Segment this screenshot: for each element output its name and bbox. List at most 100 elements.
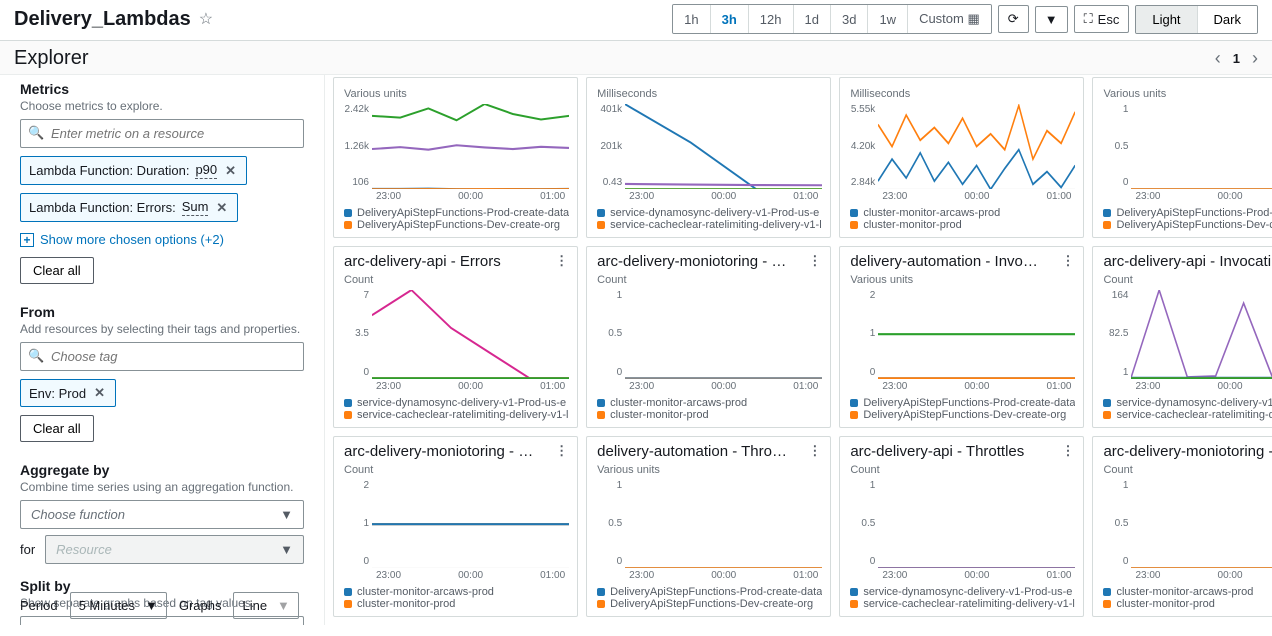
search-icon: 🔍 bbox=[28, 348, 44, 364]
aggregate-function-select[interactable]: Choose function ▼ bbox=[20, 500, 304, 529]
chart-card: arc-delivery-api - Invocations⋮ Count 16… bbox=[1092, 246, 1272, 427]
legend-item[interactable]: DeliveryApiStepFunctions-Dev-create-org bbox=[344, 219, 569, 231]
time-range-custom[interactable]: Custom ▦ bbox=[908, 5, 991, 33]
chart-legend: DeliveryApiStepFunctions-Prod-create-dat… bbox=[850, 397, 1075, 421]
legend-item[interactable]: service-dynamosync-delivery-v1-Prod-us-e bbox=[597, 207, 822, 219]
theme-dark-button[interactable]: Dark bbox=[1198, 6, 1257, 33]
y-axis-unit: Count bbox=[1103, 274, 1272, 286]
select-value: Resource bbox=[56, 542, 112, 557]
x-tick: 01:00 bbox=[793, 570, 818, 581]
refresh-button[interactable]: ⟳ bbox=[998, 5, 1029, 33]
legend-item[interactable]: DeliveryApiStepFunctions-Prod-create-dat… bbox=[344, 207, 569, 219]
tag-chip-env[interactable]: Env: Prod ✕ bbox=[20, 379, 116, 407]
card-menu-icon[interactable]: ⋮ bbox=[808, 253, 822, 269]
time-range-12h[interactable]: 12h bbox=[749, 5, 794, 33]
metrics-search-input[interactable] bbox=[20, 119, 304, 148]
clear-all-tags-button[interactable]: Clear all bbox=[20, 415, 94, 442]
chart-plot[interactable] bbox=[878, 480, 1075, 568]
show-more-metrics[interactable]: + Show more chosen options (+2) bbox=[20, 232, 304, 247]
legend-item[interactable]: DeliveryApiStepFunctions-Dev-create-org bbox=[597, 598, 822, 610]
card-menu-icon[interactable]: ⋮ bbox=[1061, 443, 1075, 459]
card-menu-icon[interactable]: ⋮ bbox=[555, 253, 569, 269]
caret-down-icon: ▼ bbox=[280, 542, 293, 557]
fullscreen-exit-button[interactable]: ⛶ Esc bbox=[1074, 5, 1130, 33]
graphs-type-select[interactable]: Line ▼ bbox=[233, 592, 298, 619]
period-select[interactable]: 5 Minutes ▼ bbox=[70, 592, 167, 619]
chart-plot[interactable] bbox=[625, 480, 822, 568]
chip-remove-icon[interactable]: ✕ bbox=[223, 163, 238, 179]
favorite-star-icon[interactable]: ☆ bbox=[199, 9, 213, 29]
pager-next-icon[interactable]: › bbox=[1252, 48, 1258, 69]
legend-item[interactable]: service-cacheclear-ratelimiting-delivery… bbox=[1103, 409, 1272, 421]
esc-label: Esc bbox=[1098, 12, 1120, 27]
x-tick: 00:00 bbox=[711, 191, 736, 202]
legend-item[interactable]: cluster-monitor-prod bbox=[597, 409, 822, 421]
legend-swatch-icon bbox=[597, 399, 605, 407]
chart-legend: cluster-monitor-arcaws-prodcluster-monit… bbox=[344, 586, 569, 610]
chip-stat[interactable]: p90 bbox=[195, 162, 217, 179]
theme-light-button[interactable]: Light bbox=[1136, 6, 1197, 33]
chart-plot[interactable] bbox=[372, 104, 569, 189]
card-menu-icon[interactable]: ⋮ bbox=[555, 443, 569, 459]
time-range-1h[interactable]: 1h bbox=[673, 5, 710, 33]
chart-plot[interactable] bbox=[878, 104, 1075, 189]
chart-card: delivery-automation - Throttles⋮ Various… bbox=[586, 436, 831, 617]
chip-stat[interactable]: Sum bbox=[182, 199, 209, 216]
x-axis: 23:0000:0001:00 bbox=[372, 191, 569, 202]
legend-item[interactable]: DeliveryApiStepFunctions-Prod-create-dat… bbox=[1103, 207, 1272, 219]
legend-item[interactable]: cluster-monitor-arcaws-prod bbox=[850, 207, 1075, 219]
metric-chip-errors[interactable]: Lambda Function: Errors: Sum ✕ bbox=[20, 193, 238, 222]
legend-item[interactable]: DeliveryApiStepFunctions-Prod-create-dat… bbox=[850, 397, 1075, 409]
legend-item[interactable]: cluster-monitor-arcaws-prod bbox=[1103, 586, 1272, 598]
chart-plot[interactable] bbox=[1131, 480, 1272, 568]
show-more-label: Show more chosen options (+2) bbox=[40, 232, 224, 247]
legend-item[interactable]: cluster-monitor-prod bbox=[344, 598, 569, 610]
x-axis: 23:0000:0001:00 bbox=[1131, 191, 1272, 202]
legend-item[interactable]: service-cacheclear-ratelimiting-delivery… bbox=[597, 219, 822, 231]
refresh-dropdown-button[interactable]: ▼ bbox=[1035, 6, 1068, 33]
legend-item[interactable]: service-dynamosync-delivery-v1-Prod-us-e bbox=[344, 397, 569, 409]
time-range-3d[interactable]: 3d bbox=[831, 5, 868, 33]
from-search: 🔍 bbox=[20, 342, 304, 371]
pager-prev-icon[interactable]: ‹ bbox=[1215, 48, 1221, 69]
legend-item[interactable]: service-cacheclear-ratelimiting-delivery… bbox=[344, 409, 569, 421]
card-menu-icon[interactable]: ⋮ bbox=[808, 443, 822, 459]
clear-all-metrics-button[interactable]: Clear all bbox=[20, 257, 94, 284]
time-range-1d[interactable]: 1d bbox=[794, 5, 831, 33]
chip-remove-icon[interactable]: ✕ bbox=[214, 200, 229, 216]
legend-item[interactable]: DeliveryApiStepFunctions-Prod-create-dat… bbox=[597, 586, 822, 598]
caret-down-icon: ▼ bbox=[280, 507, 293, 522]
legend-item[interactable]: DeliveryApiStepFunctions-Dev-create-org bbox=[850, 409, 1075, 421]
chart-plot[interactable] bbox=[1131, 104, 1272, 189]
legend-item[interactable]: DeliveryApiStepFunctions-Dev-create-org bbox=[1103, 219, 1272, 231]
chart-plot[interactable] bbox=[878, 290, 1075, 378]
legend-label: cluster-monitor-arcaws-prod bbox=[863, 207, 1000, 219]
chart-legend: service-dynamosync-delivery-v1-Prod-us-e… bbox=[1103, 397, 1272, 421]
legend-item[interactable]: cluster-monitor-arcaws-prod bbox=[597, 397, 822, 409]
chart-plot[interactable] bbox=[1131, 290, 1272, 378]
legend-item[interactable]: service-dynamosync-delivery-v1-Prod-us-e bbox=[1103, 397, 1272, 409]
legend-item[interactable]: service-cacheclear-ratelimiting-delivery… bbox=[850, 598, 1075, 610]
chart-plot[interactable] bbox=[372, 480, 569, 568]
metric-chip-duration[interactable]: Lambda Function: Duration: p90 ✕ bbox=[20, 156, 247, 185]
chart-plot[interactable] bbox=[625, 104, 822, 189]
legend-item[interactable]: cluster-monitor-arcaws-prod bbox=[344, 586, 569, 598]
card-menu-icon[interactable]: ⋮ bbox=[1061, 253, 1075, 269]
from-search-input[interactable] bbox=[20, 342, 304, 371]
y-axis-unit: Various units bbox=[597, 464, 822, 476]
legend-item[interactable]: service-dynamosync-delivery-v1-Prod-us-e bbox=[850, 586, 1075, 598]
chart-title: arc-delivery-api - Throttles bbox=[850, 443, 1024, 460]
legend-swatch-icon bbox=[1103, 399, 1111, 407]
legend-item[interactable]: cluster-monitor-prod bbox=[850, 219, 1075, 231]
y-axis-unit: Count bbox=[850, 464, 1075, 476]
chart-plot[interactable] bbox=[372, 290, 569, 378]
chart-area: 401k 201k 0.43 23:0000:0001:00 bbox=[597, 104, 822, 202]
legend-swatch-icon bbox=[597, 588, 605, 596]
time-range-1w[interactable]: 1w bbox=[868, 5, 908, 33]
chart-area: 1 0.5 0 23:0000:0001:00 bbox=[850, 480, 1075, 581]
chip-remove-icon[interactable]: ✕ bbox=[92, 385, 107, 401]
chart-plot[interactable] bbox=[625, 290, 822, 378]
legend-item[interactable]: cluster-monitor-prod bbox=[1103, 598, 1272, 610]
time-range-3h[interactable]: 3h bbox=[711, 5, 749, 33]
y-axis: 1 0.5 0 bbox=[850, 480, 878, 581]
